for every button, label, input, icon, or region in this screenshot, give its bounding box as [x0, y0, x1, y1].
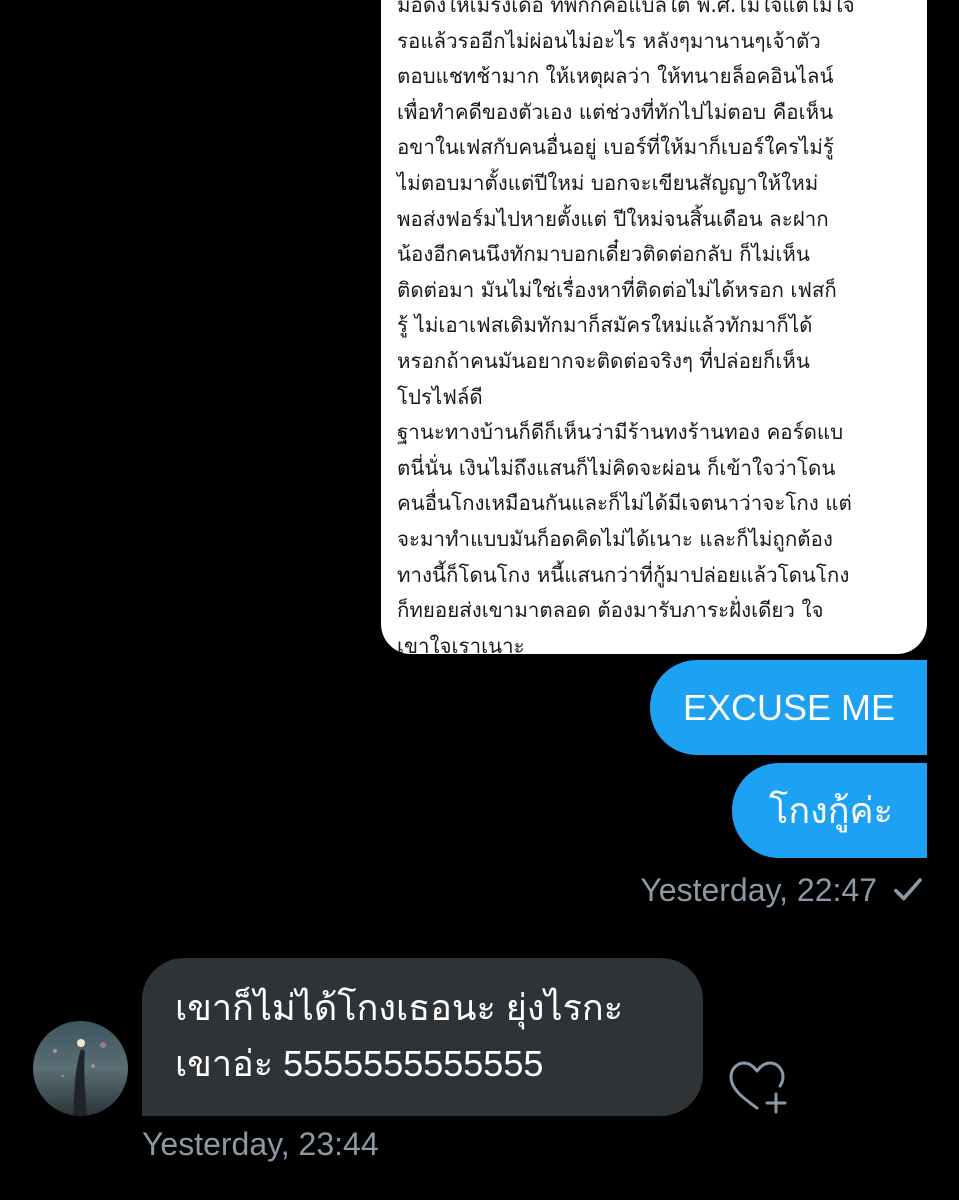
sent-timestamp: Yesterday, 22:47 [640, 871, 877, 908]
attachment-text-line: รอแล้วรออีกไม่ผ่อนไม่อะไร หลังๆมานานๆเจ้… [397, 28, 821, 53]
sent-message-meta: Yesterday, 22:47 [640, 868, 925, 912]
attachment-text-line: น้องอีกคนนึงทักมาบอกเดี๋ยวติดต่อกลับ ก็ไ… [397, 242, 810, 267]
attachment-text-line: ตนี่นั่น เงินไม่ถึงแสนก็ไม่คิดจะผ่อน ก็เ… [397, 455, 836, 480]
attachment-text-line: พอส่งฟอร์มไปหายตั้งแต่ ปีใหม่จนสิ้นเดือน… [397, 206, 829, 231]
heart-plus-icon[interactable] [727, 1058, 791, 1114]
attachment-text-line: โปรไฟล์ดี [397, 384, 483, 409]
message-text-line: เขาก็ไม่ได้โกงเธอนะ ยุ่งไรกะ [175, 987, 624, 1028]
attachment-text-line: ก็ทยอยส่งเขามาตลอด ต้องมารับภาระฝั่งเดีย… [397, 598, 824, 623]
attachment-text-line: คนอื่นโกงเหมือนกันและก็ไม่ได้มีเจตนาว่าจ… [397, 491, 852, 516]
attachment-text-line: เขาใจเราเนาะ [397, 633, 525, 654]
sent-message-bubble[interactable]: EXCUSE ME [650, 660, 927, 755]
check-icon [894, 878, 922, 901]
attachment-text-line: มือดิ่งให้เมรังเดือ ที่พักก็คือแบลใต้ พ.… [397, 0, 855, 17]
attachment-text-line: ติดต่อมา มันไม่ใช่เรื่องหาที่ติดต่อไม่ได… [397, 277, 837, 302]
message-text: โกงกู้ค่ะ [769, 790, 893, 831]
image-attachment[interactable]: มือดิ่งให้เมรังเดือ ที่พักก็คือแบลใต้ พ.… [381, 0, 927, 654]
attachment-text-line: ไม่ตอบมาตั้งแต่ปีใหม่ บอกจะเขียนสัญญาให้… [397, 170, 819, 195]
message-text-line: เขาอ่ะ 5555555555555 [175, 1043, 544, 1084]
attachment-text-line: เพื่อทำคดีของตัวเอง แต่ช่วงที่ทักไปไม่ตอ… [397, 99, 834, 124]
received-timestamp: Yesterday, 23:44 [142, 1126, 379, 1162]
avatar-image [33, 1021, 128, 1116]
attachment-text-line: ทางนี้ก็โดนโกง หนี้แสนกว่าที่กู้มาปล่อยแ… [397, 562, 850, 587]
received-message-bubble[interactable]: เขาก็ไม่ได้โกงเธอนะ ยุ่งไรกะ เขาอ่ะ 5555… [142, 958, 703, 1116]
attachment-text-line: รู้ ไม่เอาเฟสเดิมทักมาก็สมัครใหม่แล้วทัก… [397, 313, 813, 338]
sent-message-bubble[interactable]: โกงกู้ค่ะ [732, 763, 927, 858]
attachment-text-line: ตอบแชทช้ามาก ให้เหตุผลว่า ให้ทนายล็อคอิน… [397, 64, 834, 89]
attachment-text-line: ฐานะทางบ้านก็ดีก็เห็นว่ามีร้านทงร้านทอง … [397, 420, 844, 445]
attachment-text-line: จะมาทำแบบมันก็อดคิดไม่ได้เนาะ และก็ไม่ถู… [397, 526, 833, 551]
attachment-text-line: หรอกถ้าคนมันอยากจะติดต่อจริงๆ ที่ปล่อยก็… [397, 348, 810, 373]
message-text: EXCUSE ME [683, 687, 896, 728]
avatar[interactable] [33, 1021, 128, 1116]
attachment-text-line: อขาในเฟสกับคนอื่นอยู่ เบอร์ที่ให้มาก็เบอ… [397, 135, 834, 160]
